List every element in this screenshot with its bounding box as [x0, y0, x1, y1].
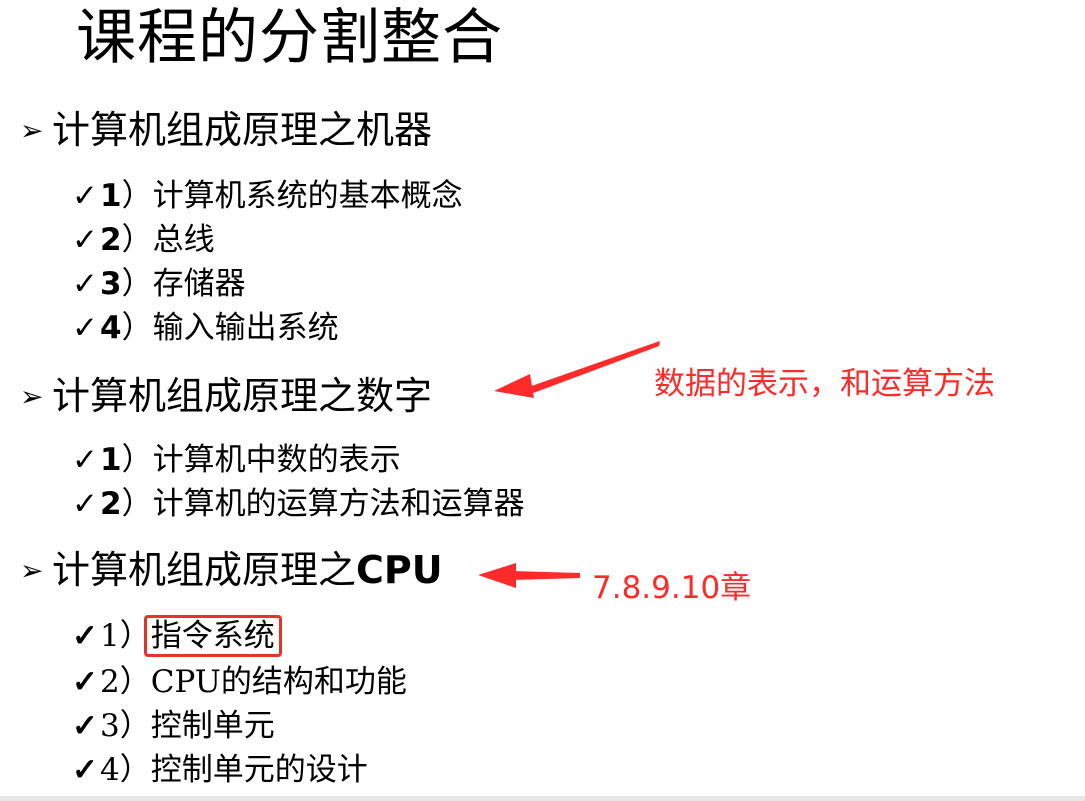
arrow-to-numbers-head-icon [494, 374, 534, 398]
annotation-arrows [478, 341, 660, 588]
arrow-to-numbers-icon [523, 341, 660, 395]
bottom-divider [0, 796, 1085, 801]
arrow-to-cpu-head-icon [478, 563, 516, 588]
arrow-to-cpu-icon [512, 571, 580, 580]
